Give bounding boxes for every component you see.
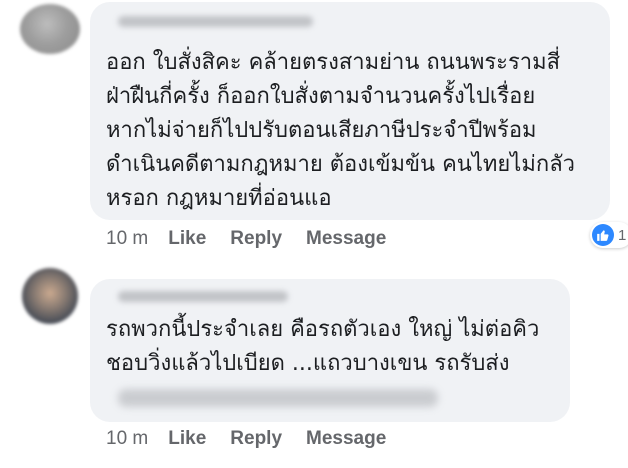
comment-text-line: รถพวกนี้ประจำเลย คือรถตัวเอง ใหญ่ ไม่ต่อ… — [106, 317, 540, 342]
comment-text-line: หากไม่จ่ายก็ไปปรับตอนเสียภาษีประจำปีพร้อ… — [106, 118, 537, 143]
comment-text-line: ฝ่าฝืนกี่ครั้ง ก็ออกใบสั่งตามจำนวนครั้งไ… — [106, 84, 536, 109]
reaction-count: 1 — [618, 226, 627, 244]
comment-text-line: ออก ใบสั่งสิคะ คล้ายตรงสามย่าน ถนนพระราม… — [106, 50, 561, 75]
comment-bubble: รถพวกนี้ประจำเลย คือรถตัวเอง ใหญ่ ไม่ต่อ… — [90, 279, 570, 422]
comment-actions: 10 m Like Reply Message — [106, 228, 410, 250]
commenter-avatar[interactable] — [22, 268, 78, 324]
comment-text-line: ดำเนินคดีตามกฎหมาย ต้องเข้มข้น คนไทยไม่ก… — [106, 152, 576, 177]
commenter-avatar[interactable] — [20, 4, 80, 54]
comment-bubble: ออก ใบสั่งสิคะ คล้ายตรงสามย่าน ถนนพระราม… — [90, 2, 610, 220]
comment-text-line: ชอบวิ่งแล้วไปเบียด ...แถวบางเขน รถรับส่ง — [106, 351, 510, 376]
comment-timestamp[interactable]: 10 m — [106, 228, 148, 250]
comment-text: ออก ใบสั่งสิคะ คล้ายตรงสามย่าน ถนนพระราม… — [106, 46, 596, 216]
message-button[interactable]: Message — [306, 428, 386, 450]
comment-timestamp[interactable]: 10 m — [106, 428, 148, 450]
comment-text-line: หรอก กฎหมายที่อ่อนแอ — [106, 186, 332, 211]
like-button[interactable]: Like — [168, 428, 206, 450]
commenter-name-redacted[interactable] — [118, 291, 288, 302]
commenter-name-redacted[interactable] — [118, 16, 313, 27]
reply-button[interactable]: Reply — [230, 228, 282, 250]
like-button[interactable]: Like — [168, 228, 206, 250]
thumbs-up-icon — [592, 224, 614, 246]
comment-text: รถพวกนี้ประจำเลย คือรถตัวเอง ใหญ่ ไม่ต่อ… — [106, 313, 556, 381]
comment-text-redacted — [118, 389, 438, 407]
comment-actions: 10 m Like Reply Message — [106, 428, 410, 450]
message-button[interactable]: Message — [306, 228, 386, 250]
reaction-summary[interactable]: 1 — [590, 222, 628, 248]
reply-button[interactable]: Reply — [230, 428, 282, 450]
